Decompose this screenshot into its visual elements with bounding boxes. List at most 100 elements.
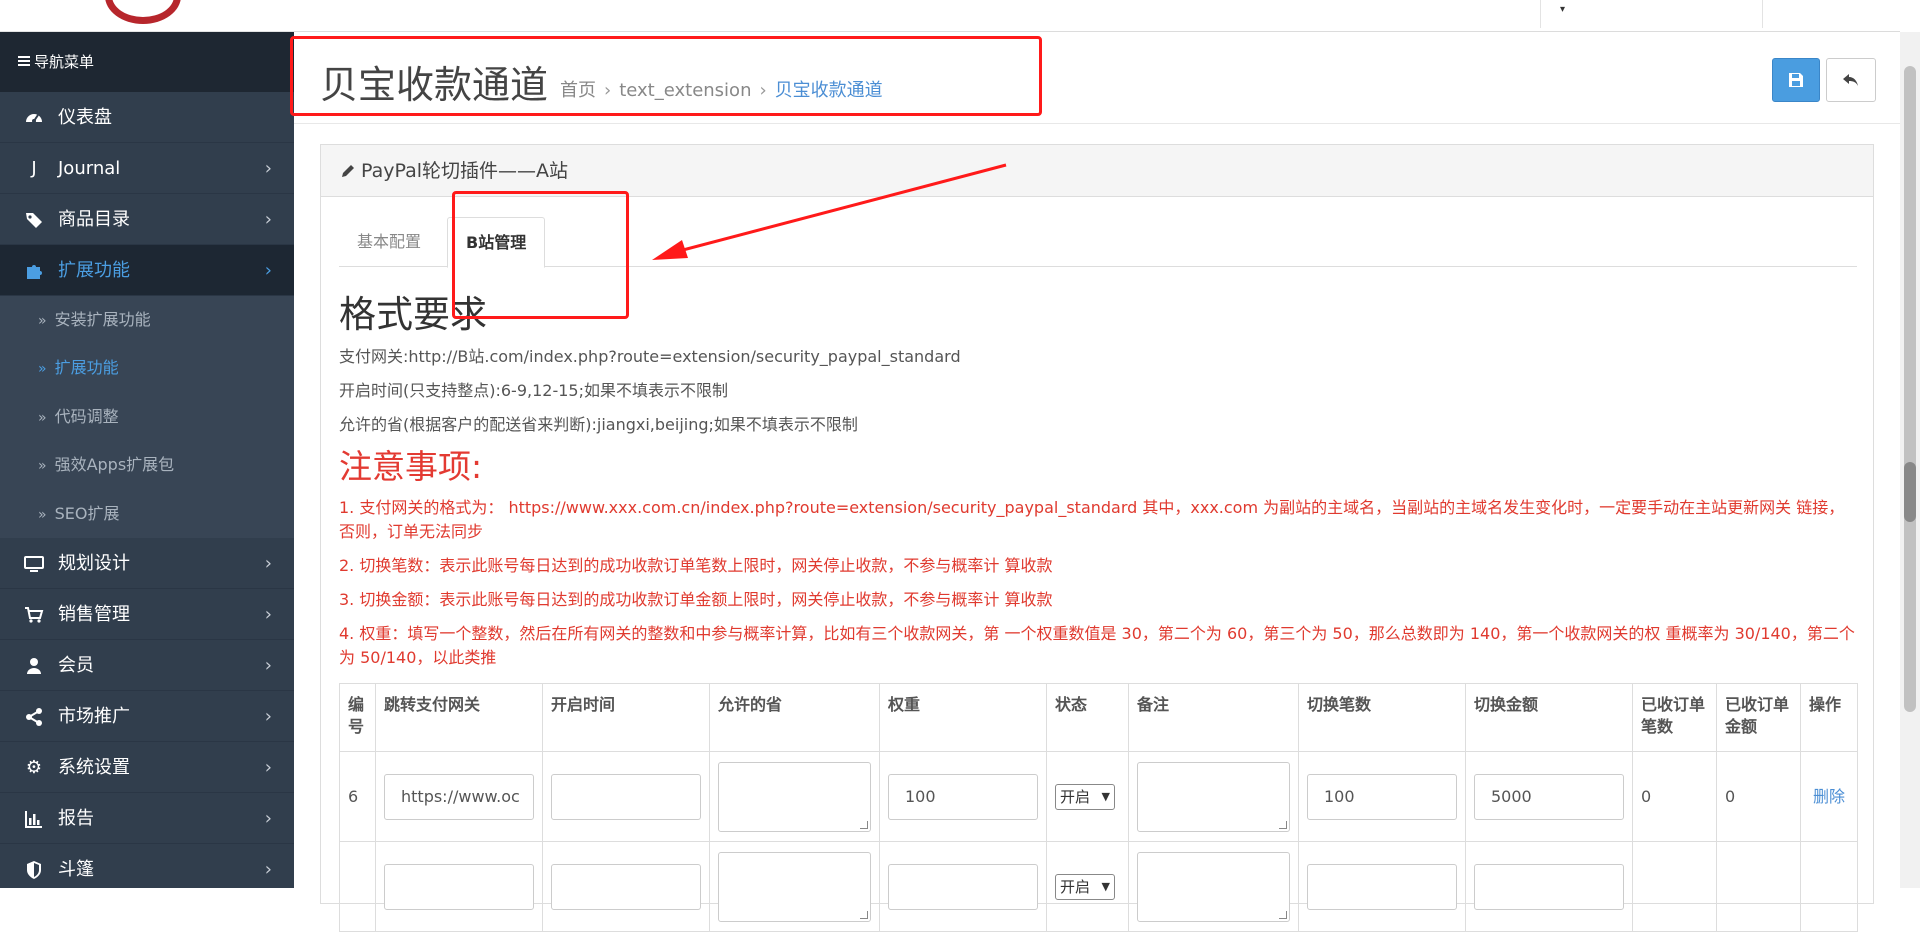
- sidebar-item-customers[interactable]: 会员 ›: [0, 639, 294, 691]
- user-menu-icon[interactable]: ▾: [1560, 4, 1565, 15]
- resize-handle[interactable]: [860, 820, 868, 829]
- chevron-down-icon: ▼: [1101, 879, 1110, 893]
- notice-line-1: 1. 支付网关的格式为： https://www.xxx.com.cn/inde…: [339, 498, 1845, 541]
- column-header: 允许的省: [709, 683, 880, 752]
- scrollbar-thumb[interactable]: [1904, 66, 1916, 712]
- submenu-modifications[interactable]: » 代码调整: [0, 392, 294, 442]
- gateway-cell: [375, 841, 543, 932]
- provinces-cell: [709, 841, 880, 932]
- notice-line-2: 2. 切换笔数：表示此账号每日达到的成功收款订单笔数上限时，网关停止收款，不参与…: [339, 556, 1053, 575]
- gateway-cell: https://www.oc: [375, 751, 543, 842]
- sidebar-item-extensions[interactable]: 扩展功能 ›: [0, 245, 294, 296]
- received-amount: 0: [1716, 751, 1801, 842]
- sidebar-item-settings[interactable]: ⚙ 系统设置 ›: [0, 741, 294, 793]
- switch-amount-input[interactable]: 5000: [1474, 773, 1624, 820]
- chevron-right-icon: ›: [264, 654, 272, 676]
- sidebar-item-marketing[interactable]: 市场推广 ›: [0, 690, 294, 742]
- switch-count-input[interactable]: 100: [1307, 773, 1457, 820]
- column-header: 权重: [879, 683, 1047, 752]
- chevron-right-icon: ›: [264, 756, 272, 778]
- tab-basic-config[interactable]: 基本配置: [339, 217, 439, 267]
- remark-textarea[interactable]: [1137, 851, 1290, 922]
- status-select[interactable]: 开启 ▼: [1055, 873, 1115, 900]
- sidebar-item-cloak[interactable]: 斗篷 ›: [0, 843, 294, 888]
- dashboard-icon: [22, 92, 46, 143]
- sidebar-item-label: 商品目录: [58, 209, 130, 230]
- page-scrollbar[interactable]: [1900, 32, 1920, 888]
- gateway-input[interactable]: [384, 863, 534, 910]
- menu-icon: [18, 54, 30, 68]
- resize-handle[interactable]: [1279, 820, 1287, 829]
- delete-link[interactable]: 删除: [1809, 786, 1849, 808]
- sidebar-item-label: 会员: [58, 654, 94, 676]
- sidebar-item-journal[interactable]: J Journal ›: [0, 143, 294, 194]
- submenu-extensions[interactable]: » 扩展功能: [0, 344, 294, 393]
- submenu-seo[interactable]: » SEO扩展: [0, 489, 294, 538]
- submenu-label: 强效Apps扩展包: [54, 455, 175, 475]
- double-chevron-icon: »: [38, 409, 47, 426]
- double-chevron-icon: »: [38, 458, 47, 475]
- back-button[interactable]: [1826, 58, 1876, 102]
- sidebar-item-label: 销售管理: [58, 603, 130, 625]
- sidebar-item-label: 报告: [58, 807, 94, 829]
- panel-heading-label: PayPal轮切插件——A站: [361, 160, 569, 182]
- nav-heading: 导航菜单: [0, 32, 294, 92]
- switch-count-input[interactable]: [1307, 863, 1457, 910]
- sidebar-item-label: 规划设计: [58, 552, 130, 574]
- annotation-box-tab: [452, 191, 629, 319]
- received-count: 0: [1632, 751, 1717, 842]
- sidebar-item-sales[interactable]: 销售管理 ›: [0, 588, 294, 640]
- sidebar-item-reports[interactable]: 报告 ›: [0, 792, 294, 844]
- open-time-cell: [542, 751, 710, 842]
- gear-icon: ⚙: [25, 756, 43, 778]
- save-button[interactable]: [1772, 58, 1820, 102]
- chevron-right-icon: ›: [264, 158, 272, 179]
- sidebar-item-label: 仪表盘: [58, 107, 112, 128]
- resize-handle[interactable]: [860, 910, 868, 919]
- save-icon: [1789, 73, 1803, 87]
- notice-line-4: 4. 权重：填写一个整数，然后在所有网关的整数和中参与概率计算，比如有三个收款网…: [339, 624, 1855, 667]
- switch-amount-input[interactable]: [1474, 863, 1624, 910]
- sidebar-item-dashboard[interactable]: 仪表盘: [0, 92, 294, 143]
- top-header: ▾: [294, 0, 1900, 32]
- weight-input[interactable]: 100: [888, 773, 1038, 820]
- sidebar-item-design[interactable]: 规划设计 ›: [0, 537, 294, 589]
- submenu-label: 扩展功能: [54, 358, 119, 378]
- double-chevron-icon: »: [38, 313, 47, 329]
- remark-textarea[interactable]: [1137, 761, 1290, 832]
- journal-icon: J: [31, 158, 37, 179]
- desktop-icon: [22, 538, 46, 589]
- open-time-input[interactable]: [551, 773, 701, 820]
- chevron-right-icon: ›: [264, 858, 272, 880]
- sidebar-item-label: 市场推广: [58, 705, 130, 727]
- submenu-apps-pack[interactable]: » 强效Apps扩展包: [0, 441, 294, 490]
- sidebar-item-label: 斗篷: [58, 858, 94, 880]
- action-cell: [1800, 841, 1858, 932]
- provinces-textarea[interactable]: [718, 761, 871, 832]
- submenu-label: 代码调整: [54, 406, 119, 426]
- column-header: 操作: [1800, 683, 1858, 752]
- bar-chart-icon: [22, 793, 46, 844]
- gateway-table: 编号 跳转支付网关 开启时间 允许的省 权重 状态 备注 切换笔数 切换金额 已…: [339, 683, 1858, 932]
- shield-icon: [22, 844, 46, 888]
- gateway-input[interactable]: https://www.oc: [384, 773, 534, 820]
- sidebar-item-catalog[interactable]: 商品目录 ›: [0, 194, 294, 245]
- received-amount: [1716, 841, 1801, 932]
- column-header: 切换笔数: [1298, 683, 1466, 752]
- column-header: 备注: [1128, 683, 1299, 752]
- open-time-input[interactable]: [551, 863, 701, 910]
- submenu-install-extensions[interactable]: » 安装扩展功能: [0, 296, 294, 345]
- weight-input[interactable]: [888, 863, 1038, 910]
- scrollbar-grip[interactable]: [1904, 462, 1916, 522]
- notice-heading: 注意事项:: [339, 447, 483, 486]
- status-select[interactable]: 开启 ▼: [1055, 783, 1115, 810]
- provinces-textarea[interactable]: [718, 851, 871, 922]
- format-province-line: 允许的省(根据客户的配送省来判断):jiangxi,beijing;如果不填表示…: [339, 415, 858, 434]
- row-id: [339, 841, 376, 932]
- chevron-right-icon: ›: [264, 705, 272, 727]
- resize-handle[interactable]: [1279, 910, 1287, 919]
- switch-count-cell: 100: [1298, 751, 1466, 842]
- chevron-right-icon: ›: [264, 209, 272, 230]
- tags-icon: [22, 194, 46, 245]
- open-time-cell: [542, 841, 710, 932]
